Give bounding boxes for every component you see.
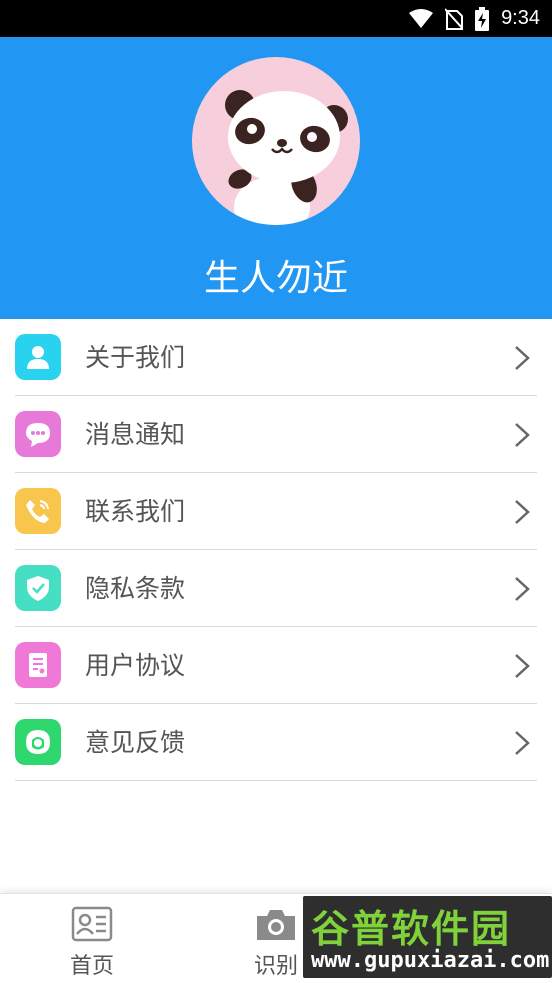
- wifi-icon: [409, 8, 434, 29]
- tab-label: 首页: [69, 954, 114, 979]
- menu-item-feedback[interactable]: 意见反馈: [0, 704, 552, 781]
- status-bar: 9:34: [0, 0, 552, 37]
- menu-label: 联系我们: [85, 497, 186, 526]
- profile-header: 生人勿近: [0, 37, 552, 319]
- person-icon: [15, 334, 61, 380]
- id-card-icon: [71, 906, 113, 946]
- chevron-right-icon: [515, 577, 530, 601]
- chat-bubble-icon: [15, 411, 61, 457]
- menu-item-user-agreement[interactable]: 用户协议: [0, 627, 552, 704]
- menu-label: 关于我们: [85, 343, 186, 372]
- menu-label: 消息通知: [85, 420, 186, 449]
- panda-avatar[interactable]: [192, 57, 360, 225]
- chevron-right-icon: [515, 654, 530, 678]
- feedback-person-icon: [15, 719, 61, 765]
- menu-item-contact-us[interactable]: 联系我们: [0, 473, 552, 550]
- phone-icon: [15, 488, 61, 534]
- menu-label: 意见反馈: [85, 728, 186, 757]
- menu-item-notifications[interactable]: 消息通知: [0, 396, 552, 473]
- tab-home[interactable]: 首页: [22, 894, 162, 983]
- document-icon: [15, 642, 61, 688]
- watermark-title: 谷普软件园: [311, 907, 512, 951]
- chevron-right-icon: [515, 346, 530, 370]
- battery-charging-icon: [475, 6, 490, 31]
- no-sim-icon: [445, 7, 464, 30]
- menu-item-about-us[interactable]: 关于我们: [0, 319, 552, 396]
- chevron-right-icon: [515, 423, 530, 447]
- profile-name: 生人勿近: [203, 258, 348, 299]
- chevron-right-icon: [515, 731, 530, 755]
- watermark-logo: 谷普软件园 www.gupuxiazai.com: [303, 896, 552, 978]
- shield-check-icon: [15, 565, 61, 611]
- camera-icon: [253, 906, 299, 948]
- settings-menu: 关于我们 消息通知 联系我们 隐私条款 用户协议 意见反馈: [0, 319, 552, 781]
- panda-icon: [225, 90, 348, 225]
- menu-item-privacy-policy[interactable]: 隐私条款: [0, 550, 552, 627]
- menu-label: 隐私条款: [85, 574, 186, 603]
- watermark-url: www.gupuxiazai.com: [311, 948, 550, 973]
- chevron-right-icon: [515, 500, 530, 524]
- status-time: 9:34: [501, 7, 540, 29]
- menu-label: 用户协议: [85, 651, 186, 680]
